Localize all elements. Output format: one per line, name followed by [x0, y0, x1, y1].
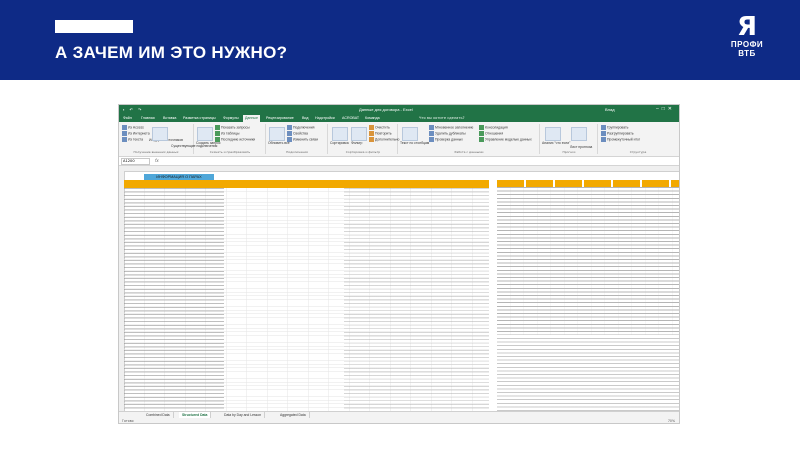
advanced-button[interactable]: Дополнительно — [369, 137, 399, 142]
group-button[interactable]: Группировать — [601, 125, 628, 130]
filter-icon — [351, 127, 367, 141]
from-table-button[interactable]: Из таблицы — [215, 131, 239, 136]
right-table-lower-data[interactable] — [497, 338, 679, 411]
filter-button[interactable]: Фильтр — [351, 141, 362, 145]
group-caption: Подключения — [286, 150, 308, 154]
name-box[interactable]: A1200 — [121, 158, 150, 165]
text-to-columns-icon — [402, 127, 418, 141]
tab-insert[interactable]: Вставка — [161, 115, 178, 122]
logo-mark: Я — [736, 12, 758, 42]
new-query-icon — [197, 127, 213, 141]
what-if-icon — [545, 127, 561, 141]
forecast-sheet-icon — [571, 127, 587, 141]
from-text-button[interactable]: Из текста — [122, 137, 143, 142]
flash-fill-button[interactable]: Мгновенное заполнение — [429, 125, 473, 130]
tab-home[interactable]: Главная — [139, 115, 157, 122]
right-table-data[interactable] — [497, 187, 679, 335]
document-title: Данные для договора - Excel — [359, 107, 413, 112]
group-caption: Получение внешних данных — [133, 150, 179, 154]
profi-vtb-logo: Я ПРОФИ ВТБ — [726, 14, 768, 66]
tab-page-layout[interactable]: Разметка страницы — [181, 115, 218, 122]
group-caption: Прогноз — [562, 150, 576, 154]
ribbon-group-connections: Обновить все Подключения Свойства Измени… — [267, 124, 328, 154]
tab-acrobat[interactable]: ACROBAT — [340, 115, 361, 122]
tab-team[interactable]: Команда — [363, 115, 382, 122]
properties-button[interactable]: Свойства — [287, 131, 308, 136]
excel-titlebar: ▪ ↶ ↷ Данные для договора - Excel Влад –… — [119, 105, 679, 114]
other-sources-icon — [152, 127, 168, 141]
ribbon-group-data-tools: Текст по столбцам Мгновенное заполнение … — [399, 124, 540, 154]
slide-header: А ЗАЧЕМ ИМ ЭТО НУЖНО? Я ПРОФИ ВТБ — [0, 0, 800, 80]
what-if-button[interactable]: Анализ "что если" — [542, 141, 570, 145]
column-headers[interactable] — [119, 166, 679, 172]
left-table-text-columns — [124, 188, 224, 411]
data-validation-button[interactable]: Проверка данных — [429, 137, 463, 142]
logo-line1: ПРОФИ — [730, 40, 764, 49]
from-web-button[interactable]: Из Интернета — [122, 131, 150, 136]
left-table-header[interactable] — [124, 180, 489, 188]
forecast-sheet-button[interactable]: Лист прогноза — [570, 145, 592, 149]
window-controls[interactable]: –□✕ — [656, 106, 675, 112]
refresh-all-icon — [269, 127, 285, 141]
ribbon-group-outline: Группировать Разгруппировать Промежуточн… — [599, 124, 677, 154]
consolidate-button[interactable]: Консолидация — [479, 125, 508, 130]
connections-button[interactable]: Подключения — [287, 125, 314, 130]
group-caption: Работа с данными — [454, 150, 484, 154]
left-table-number-columns — [344, 188, 489, 411]
ribbon-group-transform: Создать запрос Показать запросы Из табли… — [195, 124, 266, 154]
left-table-data[interactable] — [124, 188, 489, 411]
zoom-level[interactable]: 70% — [668, 418, 675, 423]
slide-title: А ЗАЧЕМ ИМ ЭТО НУЖНО? — [55, 43, 288, 62]
show-queries-button[interactable]: Показать запросы — [215, 125, 250, 130]
logo-line2: ВТБ — [738, 49, 756, 58]
ribbon-group-get-data: Из Access Из Интернета Из текста Из друг… — [119, 124, 217, 154]
reapply-button[interactable]: Повторить — [369, 131, 392, 136]
ribbon-group-sort-filter: Сортировка Фильтр Очистить Повторить Доп… — [329, 124, 399, 154]
ribbon-group-forecast: Анализ "что если" Лист прогноза Прогноз — [541, 124, 598, 154]
tab-review[interactable]: Рецензирование — [264, 115, 296, 122]
relationships-button[interactable]: Отношения — [479, 131, 503, 136]
user-name[interactable]: Влад — [605, 107, 615, 112]
tell-me-box[interactable]: Что вы хотите сделать? — [419, 115, 465, 122]
ungroup-button[interactable]: Разгруппировать — [601, 131, 634, 136]
tab-formulas[interactable]: Формулы — [221, 115, 241, 122]
edit-links-button[interactable]: Изменить связи — [287, 137, 318, 142]
recent-sources-button[interactable]: Последние источники — [215, 137, 255, 142]
tab-view[interactable]: Вид — [300, 115, 311, 122]
group-caption: Структура — [629, 150, 647, 154]
subtotal-button[interactable]: Промежуточный итог — [601, 137, 640, 142]
remove-duplicates-button[interactable]: Удалить дубликаты — [429, 131, 466, 136]
formula-bar: A1200 fx — [119, 157, 679, 166]
from-access-button[interactable]: Из Access — [122, 125, 144, 130]
tab-addins[interactable]: Надстройки — [313, 115, 337, 122]
header-accent-bar — [55, 20, 133, 33]
status-bar: Готово 70% — [119, 418, 679, 423]
right-table-header[interactable] — [497, 180, 679, 187]
group-caption: Сортировка и фильтр — [345, 150, 381, 154]
status-ready: Готово — [122, 419, 134, 423]
sort-icon — [332, 127, 348, 141]
sort-button[interactable]: Сортировка — [330, 141, 349, 145]
clear-button[interactable]: Очистить — [369, 125, 390, 130]
excel-window: ▪ ↶ ↷ Данные для договора - Excel Влад –… — [118, 104, 680, 424]
quick-access-toolbar[interactable]: ▪ ↶ ↷ — [123, 107, 143, 112]
manage-data-model-button[interactable]: Управление моделью данных — [479, 137, 532, 142]
ribbon-tabs: Файл Главная Вставка Разметка страницы Ф… — [119, 114, 679, 122]
worksheet-grid[interactable]: ИНФОРМАЦИЯ О ПАРАХ — [119, 166, 679, 411]
ribbon: Из Access Из Интернета Из текста Из друг… — [119, 122, 679, 157]
tab-file[interactable]: Файл — [121, 115, 134, 122]
text-to-columns-button[interactable]: Текст по столбцам — [400, 141, 429, 145]
group-caption: Скачать и преобразовать — [209, 150, 251, 154]
fx-icon[interactable]: fx — [155, 158, 159, 163]
tab-data[interactable]: Данные — [243, 115, 260, 122]
